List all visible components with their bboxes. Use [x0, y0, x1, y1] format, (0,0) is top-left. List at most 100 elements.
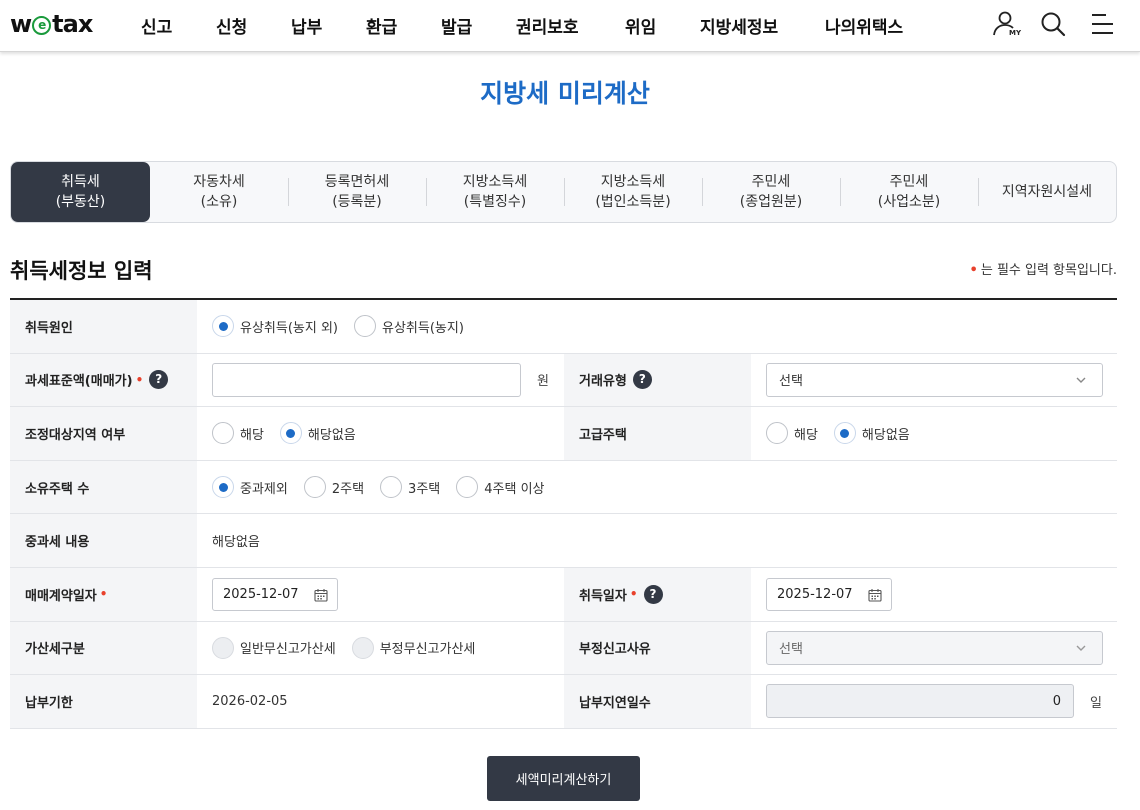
- house-count-label: 소유주택 수: [10, 460, 197, 514]
- nav-delegate[interactable]: 위임: [625, 13, 656, 38]
- nav-payment[interactable]: 납부: [291, 13, 322, 38]
- radio-acq-paid-non-farm[interactable]: 유상취득(농지 외): [212, 315, 338, 338]
- radio-circle[interactable]: [380, 476, 403, 499]
- calendar-icon[interactable]: [868, 588, 882, 602]
- day-unit: 일: [1090, 695, 1102, 711]
- form-row-penalty: 가산세구분 일반무신고가산세 부정무신고가산세 부정신고사유 선택: [10, 621, 1117, 676]
- radio-label: 부정무신고가산세: [379, 642, 476, 658]
- radio-adjust-area-no[interactable]: 해당없음: [279, 422, 356, 445]
- tax-base-label-text: 과세표준액(매매가): [25, 374, 133, 390]
- trade-type-select[interactable]: 선택: [766, 362, 1103, 397]
- radio-label: 일반무신고가산세: [240, 642, 336, 658]
- form-row-house-count: 소유주택 수 중과제외 2주택 3주택 4주택 이상: [10, 460, 1117, 515]
- contract-date-label: 매매계약일자 •: [10, 567, 197, 621]
- form-row-dates: 매매계약일자 • 2025-12-07 취득일자 •? 2025-12-07: [10, 567, 1117, 622]
- won-unit: 원: [537, 374, 549, 390]
- radio-acq-paid-farm[interactable]: 유상취득(농지): [354, 315, 464, 338]
- trade-type-value: 선택: [766, 354, 1103, 407]
- required-dot: •: [135, 372, 144, 387]
- radio-penalty-fraud[interactable]: 부정무신고가산세: [351, 636, 476, 659]
- radio-house-3[interactable]: 3주택: [380, 476, 440, 499]
- required-dot: •: [629, 587, 638, 602]
- nav-my-wetax[interactable]: 나의위택스: [825, 13, 903, 38]
- tax-base-label: 과세표준액(매매가) •?: [10, 353, 197, 407]
- radio-circle[interactable]: [303, 476, 326, 499]
- nav-report[interactable]: 신고: [141, 13, 172, 38]
- radio-circle[interactable]: [212, 422, 234, 445]
- section-title: 취득세정보 입력: [10, 259, 153, 283]
- radio-circle-selected[interactable]: [833, 422, 856, 445]
- tab-local-income-special[interactable]: 지방소득세 (특별징수): [426, 162, 564, 222]
- nav-rights[interactable]: 권리보호: [516, 13, 579, 38]
- radio-circle-selected[interactable]: [212, 315, 234, 338]
- radio-label: 유상취득(농지 외): [240, 320, 338, 336]
- adjust-area-label: 조정대상지역 여부: [10, 407, 197, 460]
- adjust-area-options: 해당 해당없음: [212, 407, 372, 460]
- nav-issue[interactable]: 발급: [441, 13, 472, 38]
- contract-date-value: 2025-12-07: [212, 568, 338, 621]
- radio-luxury-no[interactable]: 해당없음: [833, 422, 910, 445]
- radio-circle-disabled[interactable]: [351, 636, 374, 659]
- tab-registration-tax[interactable]: 등록면허세 (등록분): [288, 162, 426, 222]
- help-icon[interactable]: ?: [643, 584, 663, 604]
- fraud-reason-select[interactable]: 선택: [766, 630, 1103, 665]
- radio-label: 4주택 이상: [484, 481, 545, 497]
- contract-date-input[interactable]: 2025-12-07: [212, 577, 338, 611]
- radio-penalty-general[interactable]: 일반무신고가산세: [212, 636, 336, 659]
- radio-circle[interactable]: [766, 422, 788, 445]
- due-date-value: 2026-02-05: [212, 693, 288, 709]
- tab-local-income-corporate[interactable]: 지방소득세 (법인소득분): [564, 162, 702, 222]
- tab-resident-business[interactable]: 주민세 (사업소분): [840, 162, 978, 222]
- menu-icon[interactable]: [1089, 10, 1119, 40]
- heavy-tax-label: 중과세 내용: [10, 514, 197, 567]
- search-icon[interactable]: [1039, 10, 1069, 40]
- date-value: 2025-12-07: [223, 586, 299, 602]
- radio-circle-selected[interactable]: [212, 476, 234, 499]
- radio-circle[interactable]: [456, 476, 479, 499]
- radio-circle[interactable]: [354, 315, 376, 338]
- tax-type-tabs: 취득세 (부동산) 자동차세 (소유) 등록면허세 (등록분) 지방소득세 (특…: [10, 161, 1117, 223]
- help-icon[interactable]: ?: [632, 370, 652, 390]
- radio-luxury-yes[interactable]: 해당: [766, 422, 818, 445]
- tax-base-input[interactable]: [212, 362, 521, 397]
- calendar-icon[interactable]: [314, 588, 328, 602]
- nav-refund[interactable]: 환급: [366, 13, 397, 38]
- radio-house-excluded[interactable]: 중과제외: [212, 476, 288, 499]
- radio-circle-selected[interactable]: [279, 422, 302, 445]
- tax-base-value: 원: [212, 354, 549, 407]
- tab-acquisition-tax[interactable]: 취득세 (부동산): [11, 162, 150, 222]
- tab-resident-employee[interactable]: 주민세 (종업원분): [702, 162, 840, 222]
- acq-reason-label: 취득원인: [10, 300, 197, 353]
- acq-date-input[interactable]: 2025-12-07: [766, 577, 892, 611]
- help-icon[interactable]: ?: [149, 370, 169, 390]
- wetax-logo[interactable]: w e tax: [10, 10, 93, 38]
- delay-days-input[interactable]: 0: [766, 684, 1074, 719]
- my-user-icon[interactable]: MY: [992, 10, 1022, 40]
- trade-type-label-text: 거래유형: [579, 374, 627, 390]
- nav-apply[interactable]: 신청: [216, 13, 247, 38]
- acq-date-label-text: 취득일자: [579, 588, 627, 604]
- required-dot: •: [99, 587, 108, 602]
- trade-type-label: 거래유형?: [564, 353, 751, 407]
- luxury-house-label: 고급주택: [564, 407, 751, 460]
- radio-adjust-area-yes[interactable]: 해당: [212, 422, 264, 445]
- delay-days-value: 0 일: [766, 675, 1102, 728]
- radio-label: 해당없음: [307, 427, 356, 443]
- radio-label: 해당: [794, 427, 818, 443]
- tab-regional-resource-tax[interactable]: 지역자원시설세: [978, 162, 1116, 222]
- tab-vehicle-tax[interactable]: 자동차세 (소유): [150, 162, 288, 222]
- radio-circle-disabled[interactable]: [212, 636, 234, 659]
- date-value: 2025-12-07: [777, 586, 853, 602]
- calculate-tax-button[interactable]: 세액미리계산하기: [487, 756, 640, 801]
- nav-local-tax-info[interactable]: 지방세정보: [700, 13, 778, 38]
- luxury-house-options: 해당 해당없음: [766, 407, 926, 460]
- acq-date-label: 취득일자 •?: [564, 567, 751, 621]
- form-row-adjust-area: 조정대상지역 여부 해당 해당없음 고급주택 해당 해당없음: [10, 407, 1117, 461]
- radio-house-2[interactable]: 2주택: [303, 476, 364, 499]
- my-label: MY: [1009, 29, 1022, 37]
- radio-label: 중과제외: [240, 481, 288, 497]
- form-row-due: 납부기한 2026-02-05 납부지연일수 0 일: [10, 675, 1117, 729]
- radio-label: 해당없음: [861, 427, 910, 443]
- required-note-text: 는 필수 입력 항목입니다.: [980, 263, 1117, 278]
- radio-house-4plus[interactable]: 4주택 이상: [456, 476, 545, 499]
